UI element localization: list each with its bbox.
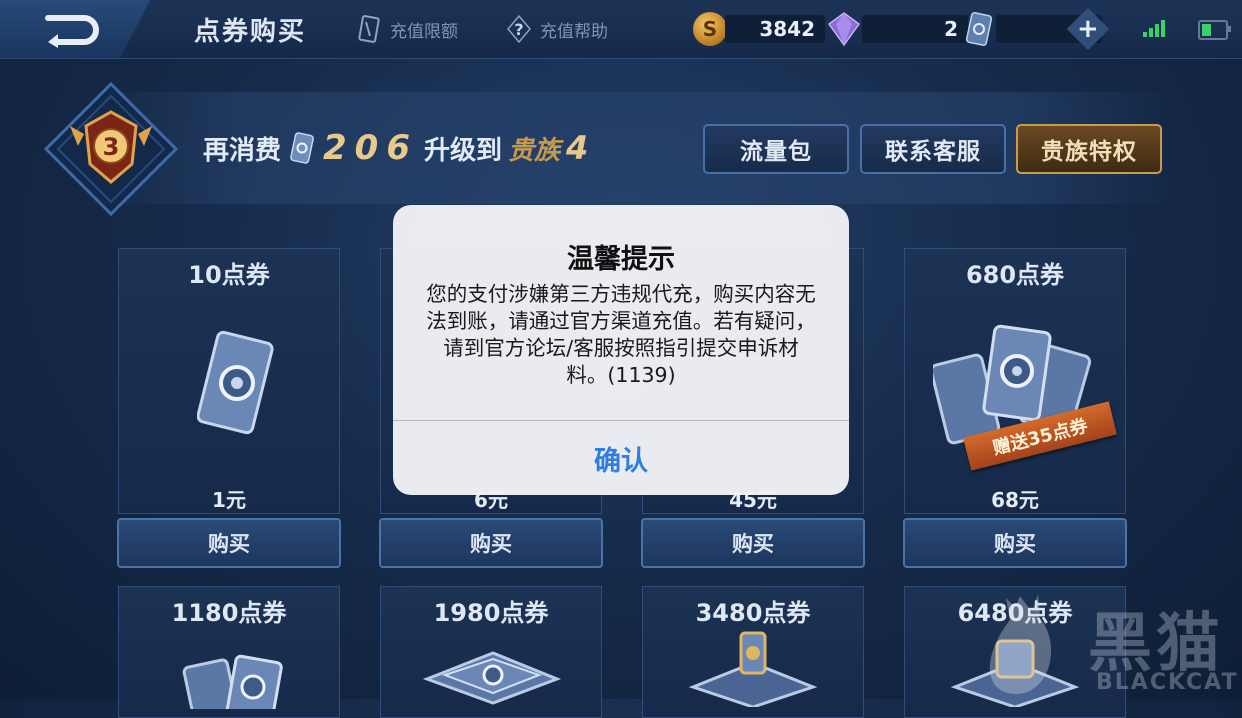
blackcat-watermark: 黑猫 BLACKCAT bbox=[970, 590, 1242, 699]
diamond-icon bbox=[827, 12, 861, 47]
alert-dialog: 温馨提示 您的支付涉嫌第三方违规代充，购买内容无法到账，请通过官方渠道充值。若有… bbox=[393, 205, 849, 495]
coupon-card-icon bbox=[965, 12, 993, 46]
dialog-message: 您的支付涉嫌第三方违规代充，购买内容无法到账，请通过官方渠道充值。若有疑问，请到… bbox=[426, 282, 816, 387]
card-title: 10点券 bbox=[188, 261, 270, 289]
coupon-card-icon bbox=[290, 132, 314, 164]
contact-support-button[interactable]: 联系客服 bbox=[860, 124, 1006, 174]
nav-recharge-limit-label: 充值限额 bbox=[390, 21, 458, 42]
card-title: 1980点券 bbox=[433, 599, 549, 627]
buy-button[interactable]: 购买 bbox=[117, 518, 341, 568]
gold-coin-icon: S bbox=[693, 12, 727, 46]
coupon-card-10[interactable]: 10点券 1元 bbox=[118, 248, 340, 514]
coupon-card-1180[interactable]: 1180点券 bbox=[118, 586, 340, 718]
confirm-button[interactable]: 确认 bbox=[393, 421, 849, 495]
vip-amount: 206 bbox=[323, 128, 418, 168]
data-package-button[interactable]: 流量包 bbox=[703, 124, 849, 174]
vip-level-emblem: 3 bbox=[44, 82, 178, 216]
buy-button[interactable]: 购买 bbox=[379, 518, 603, 568]
buy-button[interactable]: 购买 bbox=[903, 518, 1127, 568]
vip-prefix: 再消费 bbox=[203, 135, 282, 166]
coupon-card-1980[interactable]: 1980点券 bbox=[380, 586, 602, 718]
nav-recharge-limit[interactable]: 充值限额 bbox=[356, 14, 458, 44]
vip-upgrade-text: 再消费 206 升级到 贵族 4 bbox=[203, 128, 588, 168]
card-price: 1元 bbox=[212, 488, 246, 512]
plus-icon: + bbox=[1066, 7, 1110, 51]
vip-upgrade-label: 升级到 bbox=[424, 135, 503, 166]
vip-level-badge-text: 3 bbox=[103, 133, 120, 161]
gold-counter: S 3842 bbox=[693, 12, 825, 46]
top-bar: 点券购买 充值限额 ? 充值帮助 S 3842 2 1 + bbox=[0, 0, 1242, 59]
gold-value: 3842 bbox=[725, 15, 825, 43]
back-button[interactable] bbox=[0, 0, 150, 58]
svg-text:?: ? bbox=[514, 20, 523, 39]
page-title: 点券购买 bbox=[194, 17, 307, 47]
diamond-counter: 2 bbox=[826, 12, 968, 47]
nav-recharge-help-label: 充值帮助 bbox=[540, 21, 608, 42]
back-arrow-icon bbox=[45, 15, 99, 48]
vip-rank: 贵族 bbox=[508, 135, 561, 166]
coupon-chest-icon bbox=[688, 631, 818, 707]
card-price: 68元 bbox=[991, 488, 1039, 512]
signal-icon bbox=[1143, 20, 1165, 37]
coupon-stack-icon bbox=[182, 654, 283, 709]
card-title: 680点券 bbox=[965, 261, 1065, 289]
card-title: 3480点券 bbox=[695, 599, 811, 627]
coupon-card-680[interactable]: 680点券 赠送35点券 68元 bbox=[904, 248, 1126, 514]
watermark-en: BLACKCAT bbox=[1096, 670, 1239, 695]
dialog-title: 温馨提示 bbox=[567, 244, 675, 275]
add-coupon-button[interactable]: + bbox=[1066, 7, 1110, 51]
noble-privilege-button[interactable]: 贵族特权 bbox=[1016, 124, 1162, 174]
card-title: 1180点券 bbox=[171, 599, 287, 627]
coupon-card-3480[interactable]: 3480点券 bbox=[642, 586, 864, 718]
question-icon: ? bbox=[507, 14, 531, 44]
buy-button[interactable]: 购买 bbox=[641, 518, 865, 568]
battery-icon bbox=[1198, 20, 1231, 40]
card-limit-icon bbox=[358, 15, 380, 43]
vip-next-level: 4 bbox=[566, 129, 589, 167]
coupon-card-icon bbox=[197, 330, 274, 435]
diamond-value: 2 bbox=[862, 15, 968, 43]
nav-recharge-help[interactable]: ? 充值帮助 bbox=[506, 14, 608, 44]
coupon-pile-icon bbox=[422, 651, 562, 705]
cat-logo-icon bbox=[989, 594, 1052, 694]
